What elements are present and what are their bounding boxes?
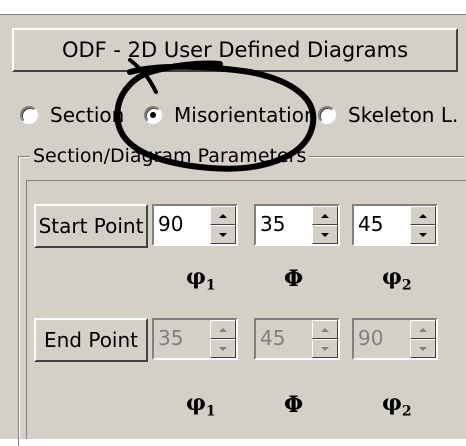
- hand-drawn-circle-annotation-icon: [114, 58, 317, 172]
